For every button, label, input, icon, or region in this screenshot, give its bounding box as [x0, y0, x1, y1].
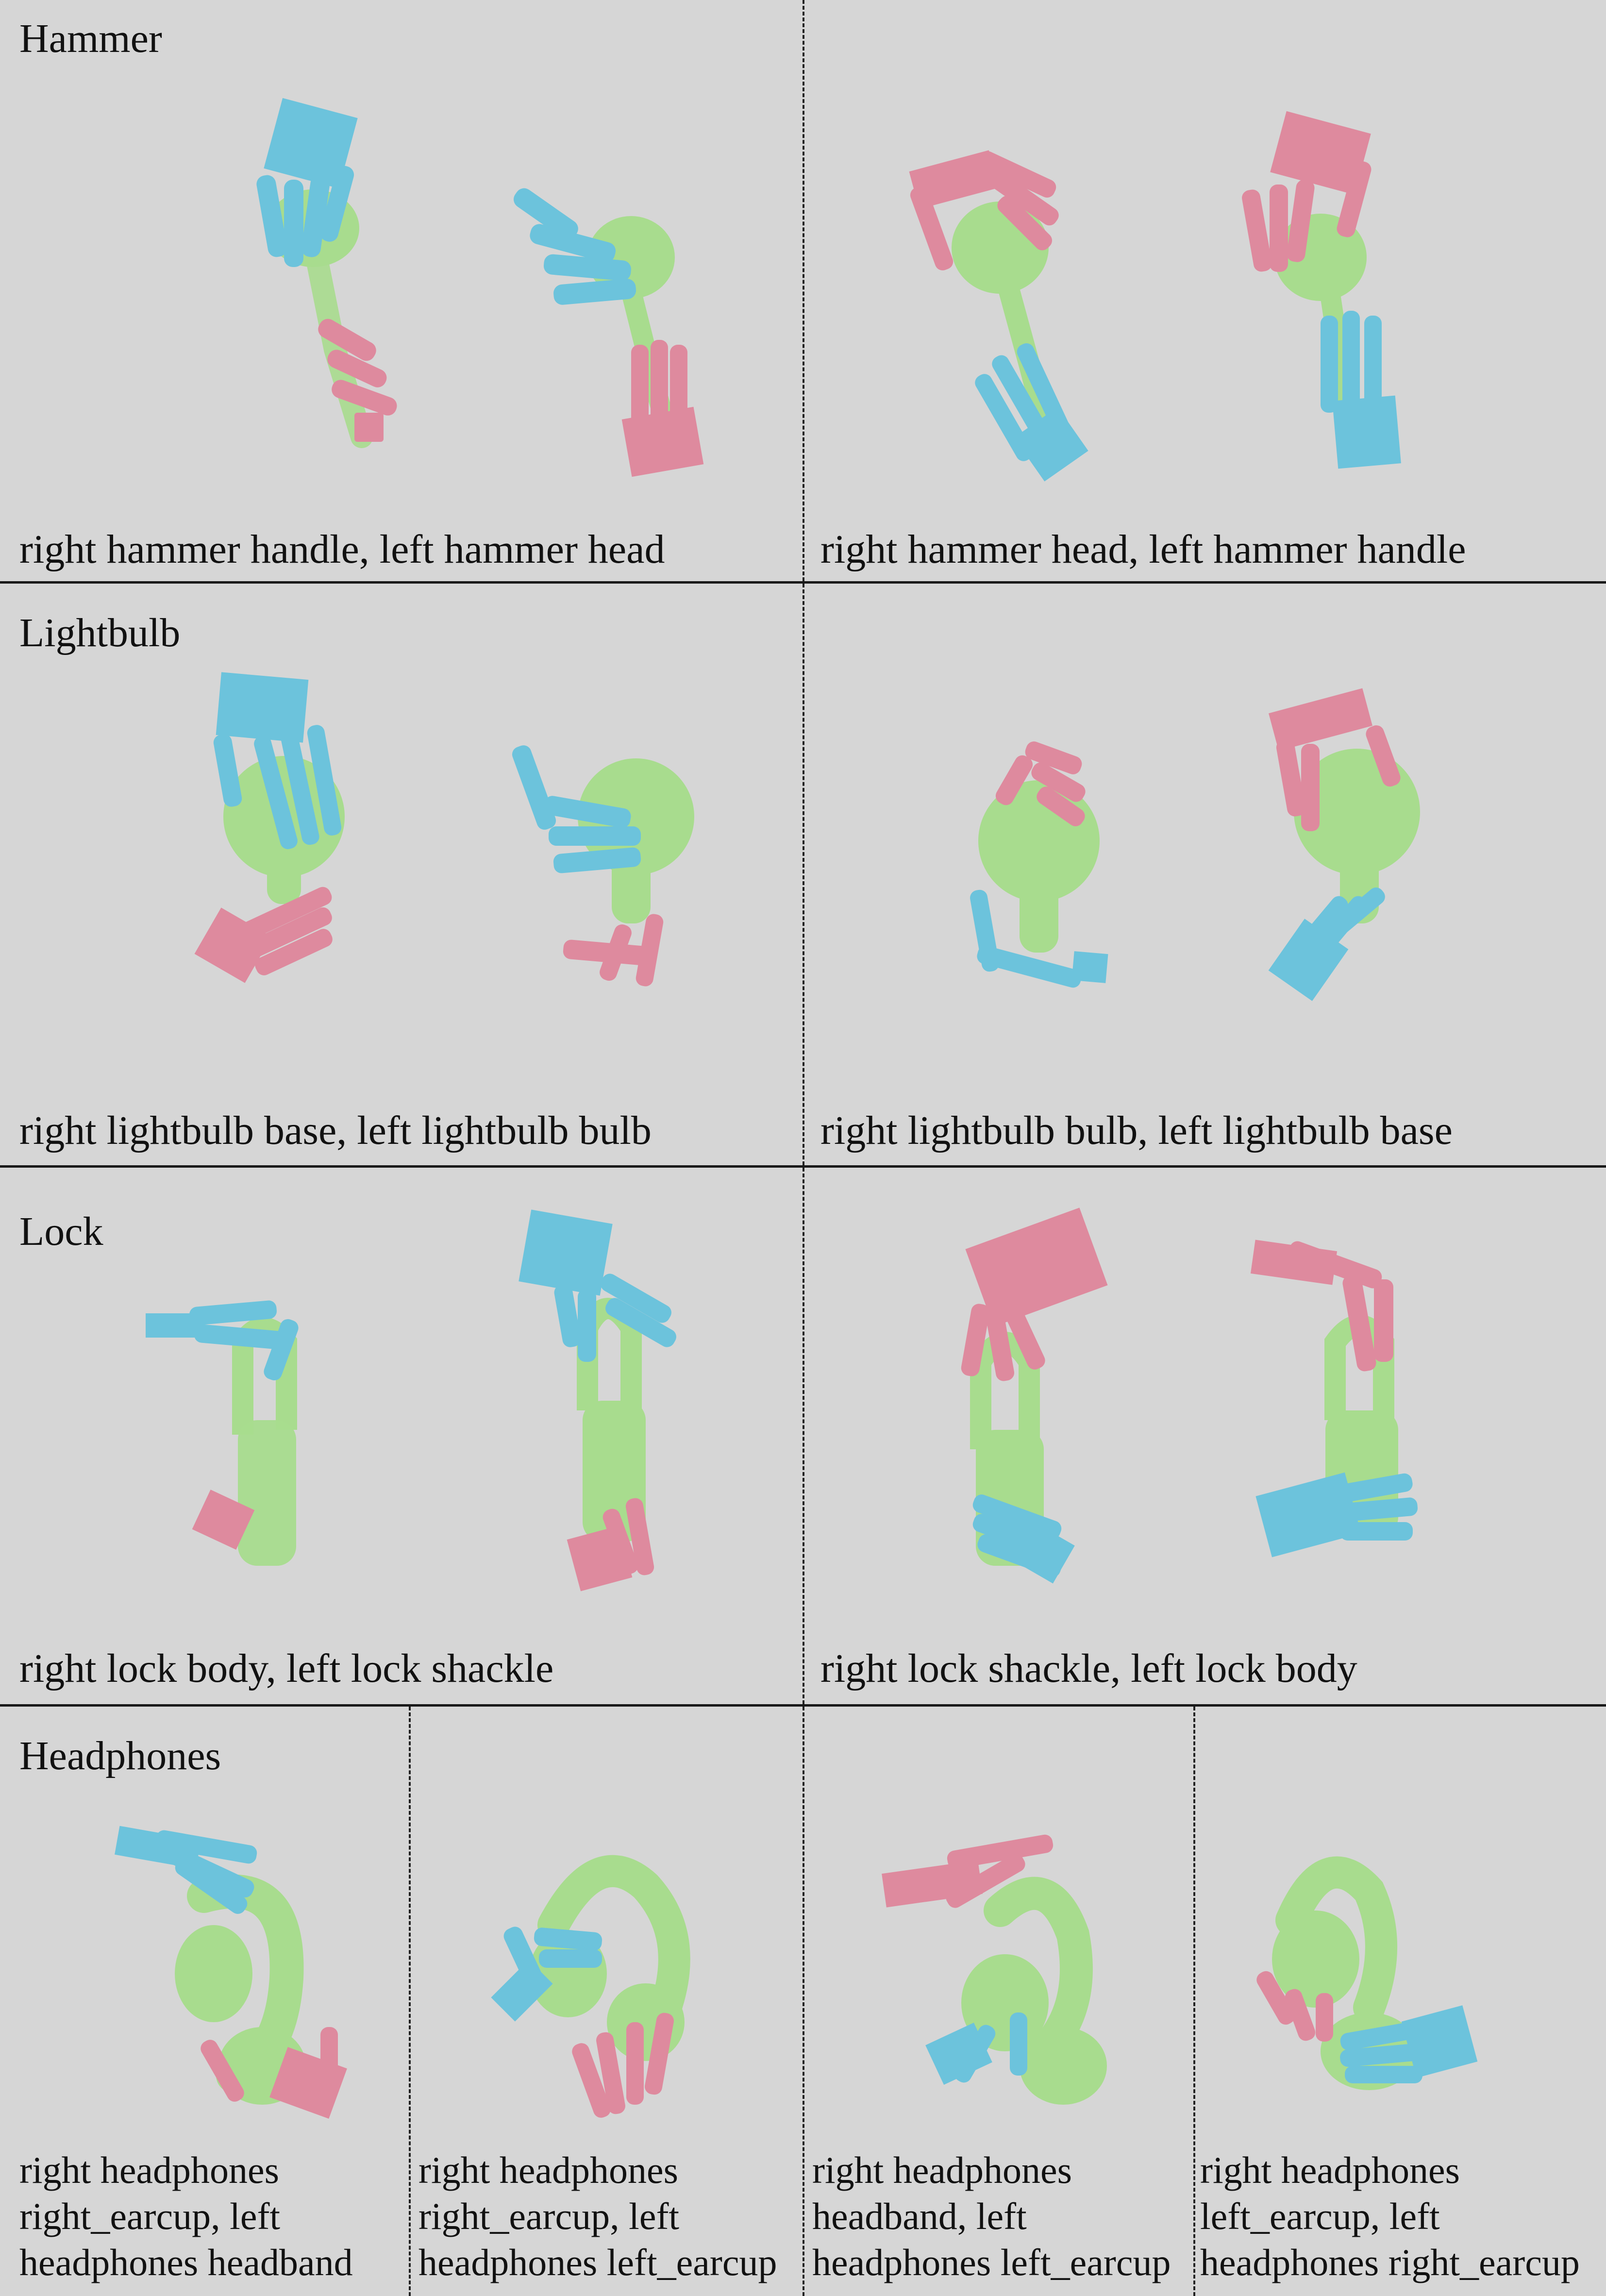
lock-grasp-3-render	[961, 1207, 1108, 1584]
caption-headphones-4: right headphones left_earcup, left headp…	[1200, 2149, 1580, 2283]
section-headphones: Headphones right headphones right_earcup…	[0, 1707, 1606, 2296]
lightbulb-grasp-1-render	[194, 672, 345, 983]
headphones-grasp-4-render	[1256, 1856, 1478, 2090]
hammer-grasp-1-render	[256, 98, 397, 448]
section-lightbulb: Lightbulb right lightbulb base, left lig…	[0, 584, 1606, 1165]
lightbulb-grasp-2-render	[512, 745, 694, 987]
lock-grasp-1-render	[146, 1300, 299, 1566]
section-hammer: Hammer right hammer handle, left hammer …	[0, 0, 1606, 581]
hammer-grasp-3-render	[909, 150, 1088, 482]
section-title: Lock	[19, 1209, 103, 1254]
section-title: Headphones	[19, 1733, 221, 1778]
section-title: Hammer	[19, 16, 162, 61]
caption-lock-1: right lock body, left lock shackle	[19, 1646, 554, 1691]
lightbulb-grasp-4-render	[1268, 688, 1420, 1001]
caption-headphones-3: right headphones headband, left headphon…	[812, 2149, 1171, 2283]
lightbulb-grasp-3-render	[970, 741, 1108, 988]
caption-lock-2: right lock shackle, left lock body	[820, 1646, 1357, 1691]
caption-headphones-2: right headphones right_earcup, left head…	[418, 2149, 777, 2283]
hammer-grasp-2-render	[514, 188, 704, 477]
lock-grasp-2-render	[519, 1209, 676, 1592]
headphones-grasp-1-render	[115, 1826, 347, 2119]
section-lock: Lock right lock body, left lock shackle …	[0, 1168, 1606, 1704]
hammer-grasp-4-render	[1242, 111, 1401, 469]
caption-lightbulb-1: right lightbulb base, left lightbulb bul…	[19, 1108, 652, 1153]
section-title: Lightbulb	[19, 610, 181, 655]
lock-grasp-4-render	[1250, 1240, 1418, 1558]
caption-lightbulb-2: right lightbulb bulb, left lightbulb bas…	[820, 1108, 1453, 1153]
headphones-grasp-3-render	[882, 1834, 1107, 2105]
headphones-grasp-2-render	[491, 1855, 690, 2118]
caption-hammer-2: right hammer head, left hammer handle	[820, 527, 1466, 572]
caption-hammer-1: right hammer handle, left hammer head	[19, 527, 665, 572]
caption-headphones-1: right headphones right_earcup, left head…	[19, 2149, 353, 2283]
